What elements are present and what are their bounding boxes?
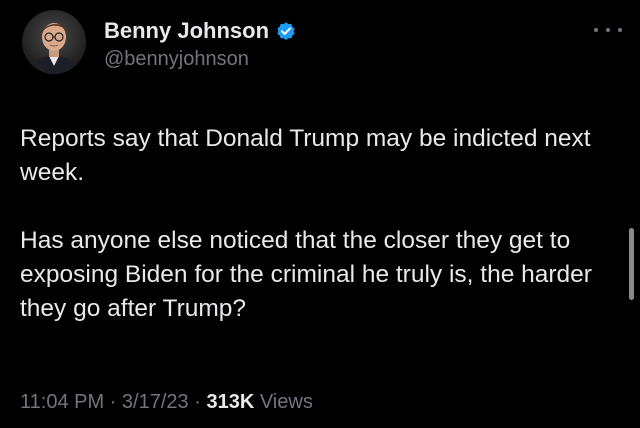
more-dot [606,28,610,32]
author-handle[interactable]: @bennyjohnson [104,48,249,71]
views-label[interactable]: Views [260,391,313,413]
tweet-date[interactable]: 3/17/23 [122,391,189,413]
verified-badge-icon [275,20,297,42]
meta-separator: · [194,391,201,413]
tweet-text: Reports say that Donald Trump may be ind… [20,122,620,326]
tweet-paragraph: Reports say that Donald Trump may be ind… [20,125,591,186]
tweet-paragraph: Has anyone else noticed that the closer … [20,227,592,322]
avatar-image [22,10,86,74]
tweet-time[interactable]: 11:04 PM [20,391,104,413]
more-options-icon[interactable] [594,22,622,38]
scrollbar-thumb[interactable] [629,228,634,300]
meta-separator: · [109,391,117,413]
tweet-meta: 11:04 PM · 3/17/23 · 313K Views [20,391,313,414]
author-name-row[interactable]: Benny Johnson [104,17,297,45]
more-dot [618,28,622,32]
more-dot [594,28,598,32]
author-display-name[interactable]: Benny Johnson [104,18,269,44]
tweet: Benny Johnson @bennyjohnson Reports say … [0,0,640,428]
views-count[interactable]: 313K [206,391,254,413]
avatar[interactable] [22,10,86,74]
